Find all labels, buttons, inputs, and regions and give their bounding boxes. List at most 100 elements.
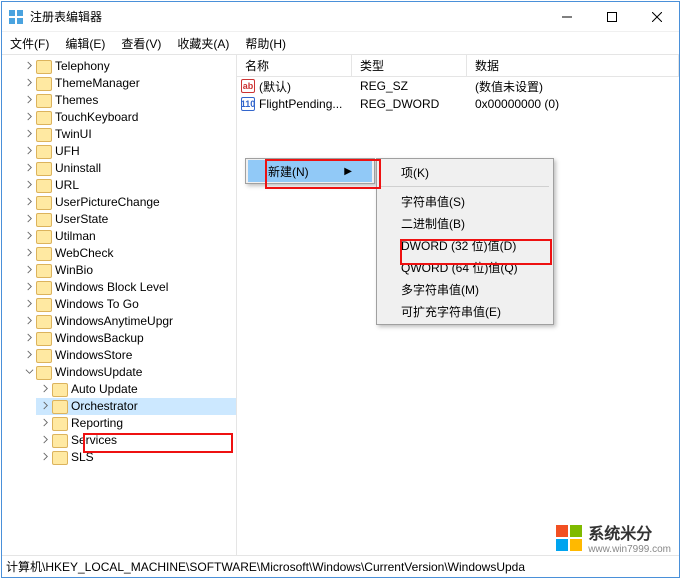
- tree-node[interactable]: ThemeManager: [20, 75, 236, 92]
- menu-edit[interactable]: 编辑(E): [63, 33, 107, 54]
- tree-node[interactable]: TwinUI: [20, 126, 236, 143]
- tree-pane[interactable]: TelephonyThemeManagerThemesTouchKeyboard…: [2, 55, 237, 555]
- tree-node[interactable]: UFH: [20, 143, 236, 160]
- logo-icon: [556, 525, 582, 551]
- tree-label: Services: [71, 432, 117, 449]
- value-data: (数值未设置): [467, 78, 679, 95]
- value-type: REG_SZ: [352, 79, 467, 93]
- tree-node[interactable]: Telephony: [20, 58, 236, 75]
- folder-icon: [52, 400, 68, 414]
- chevron-right-icon[interactable]: [38, 449, 52, 466]
- chevron-right-icon[interactable]: [22, 330, 36, 347]
- tree-node[interactable]: URL: [20, 177, 236, 194]
- menu-item-new[interactable]: 新建(N) ▶: [246, 159, 374, 183]
- list-pane[interactable]: 名称 类型 数据 ab(默认)REG_SZ(数值未设置)110FlightPen…: [237, 55, 679, 555]
- tree-node[interactable]: UserState: [20, 211, 236, 228]
- value-name: (默认): [259, 78, 291, 95]
- folder-icon: [36, 196, 52, 210]
- tree-label: TwinUI: [55, 126, 92, 143]
- tree-node[interactable]: Themes: [20, 92, 236, 109]
- value-type: REG_DWORD: [352, 97, 467, 111]
- chevron-right-icon[interactable]: [22, 92, 36, 109]
- chevron-right-icon[interactable]: [22, 143, 36, 160]
- chevron-right-icon[interactable]: [22, 177, 36, 194]
- menu-item-binary[interactable]: 二进制值(B): [379, 212, 551, 234]
- chevron-right-icon[interactable]: [22, 58, 36, 75]
- chevron-right-icon[interactable]: [22, 313, 36, 330]
- tree-label: Windows To Go: [55, 296, 139, 313]
- list-header: 名称 类型 数据: [237, 55, 679, 77]
- folder-icon: [36, 230, 52, 244]
- chevron-down-icon[interactable]: [22, 364, 36, 381]
- chevron-right-icon[interactable]: [22, 126, 36, 143]
- tree-node[interactable]: Reporting: [36, 415, 236, 432]
- tree-node[interactable]: TouchKeyboard: [20, 109, 236, 126]
- list-row[interactable]: 110FlightPending...REG_DWORD0x00000000 (…: [237, 95, 679, 113]
- header-name[interactable]: 名称: [237, 55, 352, 76]
- tree-node[interactable]: Utilman: [20, 228, 236, 245]
- chevron-right-icon[interactable]: [22, 262, 36, 279]
- menu-favorites[interactable]: 收藏夹(A): [175, 33, 231, 54]
- app-icon: [8, 9, 24, 25]
- folder-icon: [52, 451, 68, 465]
- tree-node[interactable]: WindowsStore: [20, 347, 236, 364]
- chevron-right-icon[interactable]: [22, 160, 36, 177]
- tree-label: WindowsStore: [55, 347, 132, 364]
- chevron-right-icon[interactable]: [22, 109, 36, 126]
- list-row[interactable]: ab(默认)REG_SZ(数值未设置): [237, 77, 679, 95]
- chevron-right-icon[interactable]: [38, 398, 52, 415]
- menu-item-expandstring[interactable]: 可扩充字符串值(E): [379, 300, 551, 322]
- tree-label: ThemeManager: [55, 75, 140, 92]
- tree-node[interactable]: Services: [36, 432, 236, 449]
- tree-node[interactable]: WindowsAnytimeUpgr: [20, 313, 236, 330]
- tree-node-windowsupdate[interactable]: WindowsUpdate: [20, 364, 236, 381]
- tree-node[interactable]: WebCheck: [20, 245, 236, 262]
- chevron-right-icon[interactable]: [22, 245, 36, 262]
- value-data: 0x00000000 (0): [467, 97, 679, 111]
- chevron-right-icon[interactable]: [22, 347, 36, 364]
- chevron-right-icon[interactable]: [38, 432, 52, 449]
- menu-item-qword[interactable]: QWORD (64 位)值(Q): [379, 256, 551, 278]
- menu-item-label: 新建(N): [268, 163, 309, 180]
- folder-icon: [36, 111, 52, 125]
- menu-file[interactable]: 文件(F): [8, 33, 51, 54]
- chevron-right-icon[interactable]: [22, 279, 36, 296]
- maximize-button[interactable]: [589, 2, 634, 31]
- menu-item-key[interactable]: 项(K): [379, 161, 551, 183]
- tree-node[interactable]: Windows To Go: [20, 296, 236, 313]
- context-menu-submenu: 项(K) 字符串值(S) 二进制值(B) DWORD (32 位)值(D) QW…: [376, 158, 554, 325]
- chevron-right-icon[interactable]: [22, 194, 36, 211]
- tree-label: WindowsUpdate: [55, 364, 142, 381]
- header-type[interactable]: 类型: [352, 55, 467, 76]
- chevron-right-icon[interactable]: [22, 228, 36, 245]
- minimize-button[interactable]: [544, 2, 589, 31]
- tree-node[interactable]: UserPictureChange: [20, 194, 236, 211]
- menu-item-string[interactable]: 字符串值(S): [379, 190, 551, 212]
- status-path: 计算机\HKEY_LOCAL_MACHINE\SOFTWARE\Microsof…: [6, 558, 525, 575]
- folder-icon: [36, 298, 52, 312]
- tree-node[interactable]: WinBio: [20, 262, 236, 279]
- value-name: FlightPending...: [259, 97, 342, 111]
- chevron-right-icon[interactable]: [38, 381, 52, 398]
- chevron-right-icon[interactable]: [22, 211, 36, 228]
- tree-node[interactable]: Orchestrator: [36, 398, 236, 415]
- menu-item-multistring[interactable]: 多字符串值(M): [379, 278, 551, 300]
- tree-node[interactable]: Auto Update: [36, 381, 236, 398]
- folder-icon: [36, 77, 52, 91]
- tree-node[interactable]: Windows Block Level: [20, 279, 236, 296]
- folder-icon: [36, 315, 52, 329]
- chevron-right-icon[interactable]: [22, 296, 36, 313]
- chevron-right-icon[interactable]: [38, 415, 52, 432]
- tree-label: UserPictureChange: [55, 194, 160, 211]
- tree-label: TouchKeyboard: [55, 109, 138, 126]
- header-data[interactable]: 数据: [467, 55, 679, 76]
- close-button[interactable]: [634, 2, 679, 31]
- menu-view[interactable]: 查看(V): [119, 33, 163, 54]
- chevron-right-icon[interactable]: [22, 75, 36, 92]
- tree-node[interactable]: Uninstall: [20, 160, 236, 177]
- tree-node[interactable]: SLS: [36, 449, 236, 466]
- menu-help[interactable]: 帮助(H): [243, 33, 288, 54]
- tree-node[interactable]: WindowsBackup: [20, 330, 236, 347]
- folder-icon: [36, 247, 52, 261]
- menu-item-dword[interactable]: DWORD (32 位)值(D): [379, 234, 551, 256]
